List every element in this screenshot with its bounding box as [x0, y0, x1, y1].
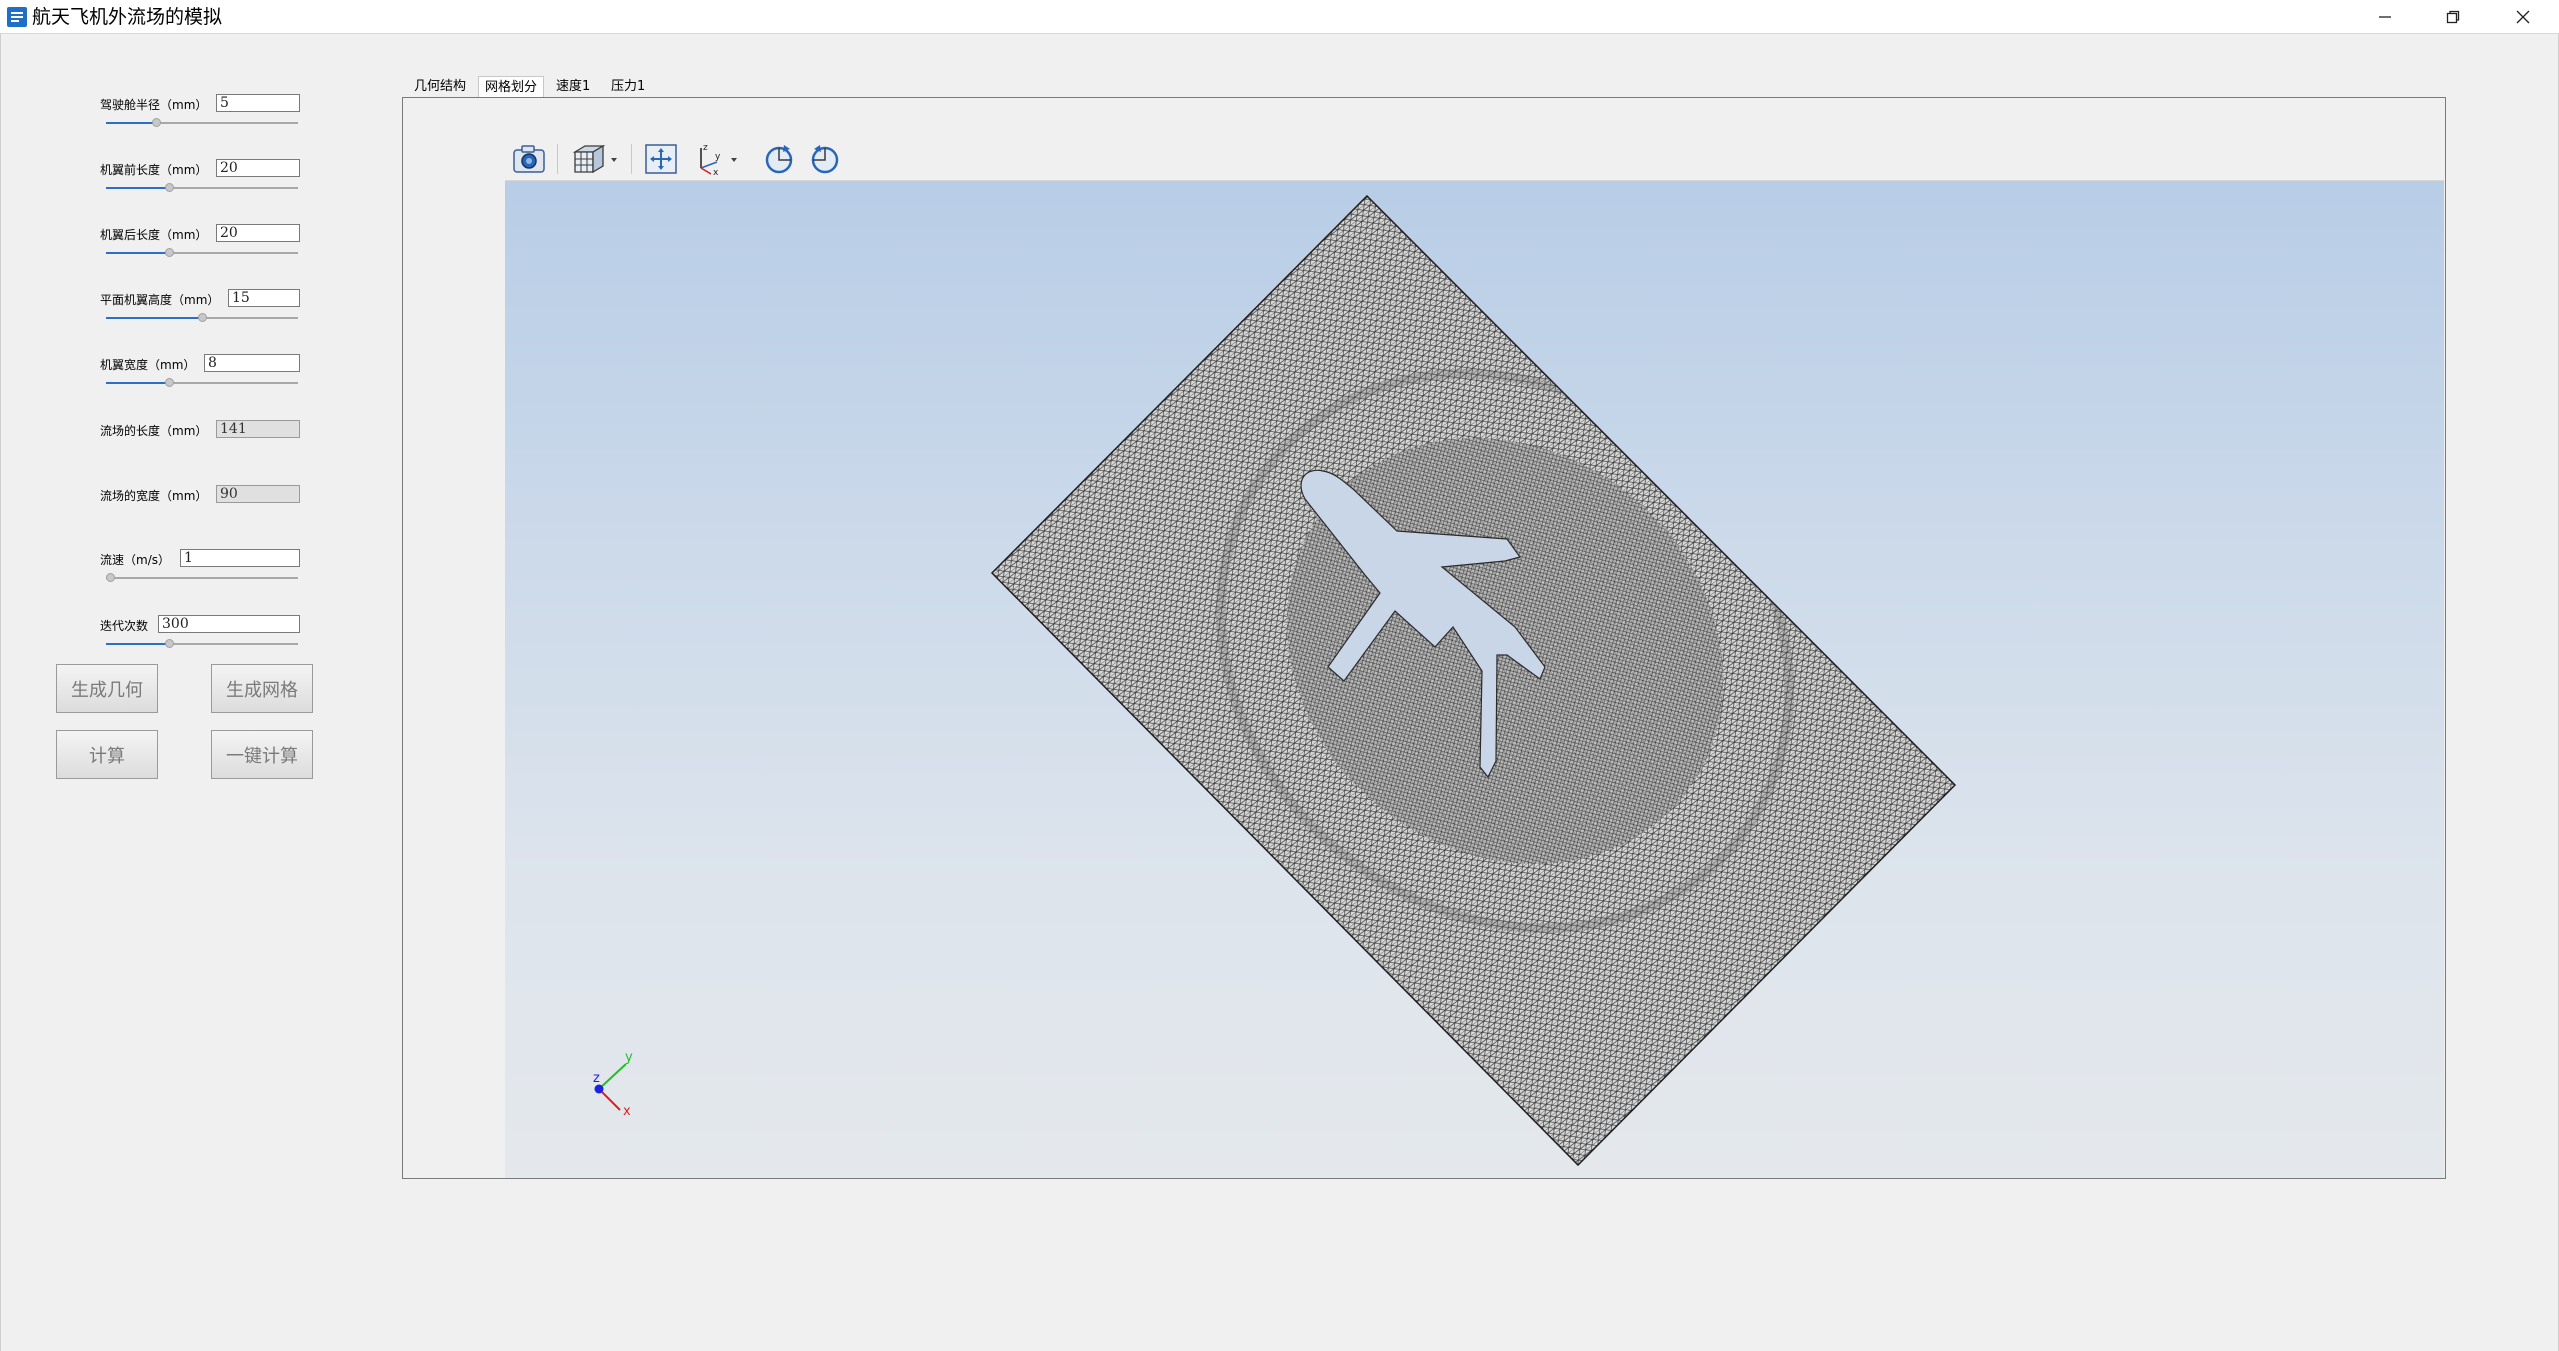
- compute-button[interactable]: 计算: [56, 730, 158, 779]
- param-wing-height: 平面机翼高度（mm） 15: [100, 283, 300, 333]
- param-label: 流场的长度（mm）: [100, 424, 208, 438]
- cockpit-radius-input[interactable]: 5: [216, 94, 300, 112]
- param-label: 机翼宽度（mm）: [100, 358, 196, 372]
- rotate-ccw-icon: [811, 145, 839, 174]
- svg-text:x: x: [713, 168, 719, 176]
- param-label: 平面机翼高度（mm）: [100, 293, 220, 307]
- param-cockpit-radius: 驾驶舱半径（mm） 5: [100, 88, 300, 138]
- param-label: 机翼后长度（mm）: [100, 228, 208, 242]
- toolbar-separator: [631, 144, 632, 174]
- wing-width-input[interactable]: 8: [204, 354, 300, 372]
- wing-height-slider[interactable]: [106, 313, 298, 323]
- param-label: 流场的宽度（mm）: [100, 489, 208, 503]
- flow-speed-input[interactable]: 1: [180, 549, 300, 567]
- slider-thumb[interactable]: [165, 183, 174, 192]
- toolbar-separator: [557, 144, 558, 174]
- axes-orientation-button[interactable]: z y x: [689, 142, 745, 176]
- param-field-length: 流场的长度（mm） 141: [100, 414, 300, 464]
- generate-geometry-button[interactable]: 生成几何: [56, 664, 158, 713]
- field-length-value: 141: [216, 420, 300, 438]
- mesh-canvas[interactable]: y x z: [505, 181, 2444, 1178]
- minimize-button[interactable]: [2350, 0, 2420, 33]
- slider-thumb[interactable]: [165, 378, 174, 387]
- tab-geometry[interactable]: 几何结构: [408, 76, 472, 98]
- close-icon: [2516, 10, 2530, 23]
- tab-mesh[interactable]: 网格划分: [478, 76, 545, 99]
- triad-y-label: y: [625, 1050, 633, 1065]
- view-cube-button[interactable]: [567, 142, 623, 176]
- viewer-toolbar: z y x: [505, 138, 2444, 181]
- field-width-value: 90: [216, 485, 300, 503]
- param-wing-front-length: 机翼前长度（mm） 20: [100, 153, 300, 203]
- screenshot-button[interactable]: [509, 142, 549, 176]
- one-click-compute-button[interactable]: 一键计算: [211, 730, 313, 779]
- minimize-icon: [2379, 15, 2391, 18]
- param-label: 驾驶舱半径（mm）: [100, 98, 208, 112]
- axes-orientation-icon: z y x: [700, 143, 737, 176]
- rotate-counterclockwise-button[interactable]: [805, 142, 845, 176]
- wing-front-length-slider[interactable]: [106, 183, 298, 193]
- cube-view-icon: [572, 144, 617, 174]
- flow-speed-slider[interactable]: [106, 573, 298, 583]
- fit-all-button[interactable]: [641, 142, 681, 176]
- app-icon: [7, 7, 27, 27]
- cockpit-radius-slider[interactable]: [106, 118, 298, 128]
- window-title: 航天飞机外流场的模拟: [32, 6, 223, 28]
- rotate-clockwise-button[interactable]: [759, 142, 799, 176]
- wing-height-input[interactable]: 15: [228, 289, 300, 307]
- fit-all-icon: [645, 144, 677, 174]
- slider-thumb[interactable]: [165, 248, 174, 257]
- generate-mesh-button[interactable]: 生成网格: [211, 664, 313, 713]
- svg-text:z: z: [703, 143, 708, 153]
- param-wing-rear-length: 机翼后长度（mm） 20: [100, 218, 300, 268]
- param-label: 流速（m/s）: [100, 553, 170, 567]
- param-field-width: 流场的宽度（mm） 90: [100, 479, 300, 529]
- rotate-cw-icon: [765, 145, 793, 174]
- restore-icon: [2446, 10, 2460, 23]
- param-iterations: 迭代次数 300: [100, 609, 300, 659]
- close-button[interactable]: [2488, 0, 2558, 33]
- tab-velocity[interactable]: 速度1: [550, 76, 596, 98]
- title-bar: 航天飞机外流场的模拟: [0, 0, 2559, 33]
- camera-icon: [513, 145, 545, 173]
- param-label: 机翼前长度（mm）: [100, 163, 208, 177]
- iterations-slider[interactable]: [106, 639, 298, 649]
- mesh-viewport[interactable]: y x z: [505, 181, 2444, 1178]
- param-wing-width: 机翼宽度（mm） 8: [100, 348, 300, 398]
- iterations-input[interactable]: 300: [158, 615, 300, 633]
- slider-thumb[interactable]: [165, 639, 174, 648]
- param-flow-speed: 流速（m/s） 1: [100, 543, 300, 593]
- slider-thumb[interactable]: [152, 118, 161, 127]
- wing-front-length-input[interactable]: 20: [216, 159, 300, 177]
- svg-text:y: y: [715, 152, 721, 162]
- triad-x-label: x: [623, 1104, 631, 1119]
- wing-rear-length-slider[interactable]: [106, 248, 298, 258]
- slider-thumb[interactable]: [106, 573, 115, 582]
- slider-thumb[interactable]: [198, 313, 207, 322]
- wing-width-slider[interactable]: [106, 378, 298, 388]
- wing-rear-length-input[interactable]: 20: [216, 224, 300, 242]
- param-label: 迭代次数: [100, 619, 149, 633]
- tab-pressure[interactable]: 压力1: [605, 76, 651, 98]
- restore-button[interactable]: [2418, 0, 2488, 33]
- triad-z-label: z: [593, 1071, 600, 1086]
- orientation-triad: y x z: [593, 1050, 633, 1119]
